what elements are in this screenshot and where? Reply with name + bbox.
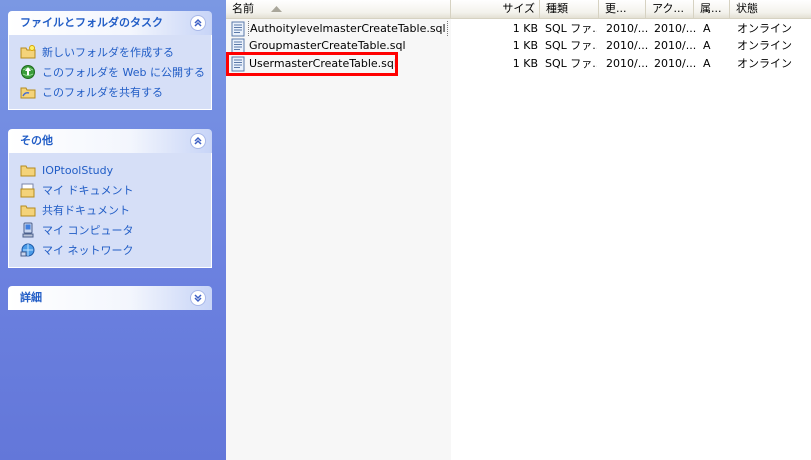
file-type: SQL ファ... <box>545 57 597 70</box>
file-folder-tasks-header[interactable]: ファイルとフォルダのタスク <box>8 11 212 35</box>
my-documents-icon <box>20 182 36 198</box>
place-shared-documents[interactable]: 共有ドキュメント <box>20 200 211 220</box>
file-name-cell[interactable]: AuthoitylevelmasterCreateTable.sql <box>230 20 450 37</box>
folder-icon <box>20 162 36 178</box>
file-status: オンライン <box>737 39 792 52</box>
file-accessed: 2010/... <box>654 57 697 70</box>
task-publish-web[interactable]: このフォルダを Web に公開する <box>20 62 211 82</box>
task-label: 新しいフォルダを作成する <box>42 46 174 59</box>
file-updated: 2010/... <box>606 57 649 70</box>
task-share-folder[interactable]: このフォルダを共有する <box>20 82 211 102</box>
column-label: サイズ <box>502 2 535 15</box>
panel-title: ファイルとフォルダのタスク <box>20 16 163 29</box>
place-label: IOPtoolStudy <box>42 163 114 177</box>
other-places-panel: その他 IOPtoolStudy マイ ドキュメント 共有ドキュメント マイ コ… <box>8 129 212 268</box>
details-panel: 詳細 <box>8 286 212 310</box>
file-folder-tasks-panel: ファイルとフォルダのタスク 新しいフォルダを作成する このフォルダを Web に <box>8 11 212 110</box>
file-type: SQL ファ... <box>545 22 597 35</box>
column-label: 更... <box>605 2 627 15</box>
explorer-window: ファイルとフォルダのタスク 新しいフォルダを作成する このフォルダを Web に <box>0 0 811 460</box>
file-updated: 2010/... <box>606 39 649 52</box>
column-label: 属... <box>700 2 722 15</box>
column-label: 種類 <box>546 2 568 15</box>
place-my-documents[interactable]: マイ ドキュメント <box>20 180 211 200</box>
new-folder-icon <box>20 44 36 60</box>
place-label: マイ ドキュメント <box>42 184 134 197</box>
place-my-network[interactable]: マイ ネットワーク <box>20 240 211 260</box>
place-label: マイ コンピュータ <box>42 224 134 237</box>
place-label: 共有ドキュメント <box>42 204 130 217</box>
file-updated: 2010/... <box>606 22 649 35</box>
column-header-accessed[interactable]: アク... <box>646 0 694 18</box>
folder-icon <box>20 202 36 218</box>
expand-icon[interactable] <box>190 290 206 306</box>
place-my-computer[interactable]: マイ コンピュータ <box>20 220 211 240</box>
task-new-folder[interactable]: 新しいフォルダを作成する <box>20 42 211 62</box>
file-accessed: 2010/... <box>654 22 697 35</box>
other-places-header[interactable]: その他 <box>8 129 212 153</box>
file-list: 名前 サイズ 種類 更... アク... 属... 状態 Authoitylev… <box>226 0 811 460</box>
column-label: 状態 <box>736 2 758 15</box>
panel-title: その他 <box>20 134 53 147</box>
my-computer-icon <box>20 222 36 238</box>
file-folder-tasks-body: 新しいフォルダを作成する このフォルダを Web に公開する このフォルダを共有… <box>8 35 212 110</box>
collapse-icon[interactable] <box>190 133 206 149</box>
other-places-body: IOPtoolStudy マイ ドキュメント 共有ドキュメント マイ コンピュー… <box>8 153 212 268</box>
file-attributes: A <box>703 39 711 52</box>
sorted-column-shading <box>226 18 451 460</box>
my-network-icon <box>20 242 36 258</box>
panel-title: 詳細 <box>20 291 42 304</box>
file-size: 1 KB <box>512 57 538 70</box>
column-label: 名前 <box>232 2 254 15</box>
column-header-attributes[interactable]: 属... <box>694 0 730 18</box>
sort-ascending-icon <box>271 6 282 12</box>
column-header-updated[interactable]: 更... <box>599 0 646 18</box>
highlight-annotation-box <box>226 52 398 76</box>
place-ioptoolstudy[interactable]: IOPtoolStudy <box>20 160 211 180</box>
file-row[interactable]: AuthoitylevelmasterCreateTable.sql 1 KB … <box>226 20 811 37</box>
file-status: オンライン <box>737 57 792 70</box>
web-publish-icon <box>20 64 36 80</box>
column-header-bar: 名前 サイズ 種類 更... アク... 属... 状態 <box>226 0 811 19</box>
task-label: このフォルダを共有する <box>42 86 163 99</box>
place-label: マイ ネットワーク <box>42 244 134 257</box>
file-accessed: 2010/... <box>654 39 697 52</box>
share-folder-icon <box>20 84 36 100</box>
file-name: AuthoitylevelmasterCreateTable.sql <box>248 20 448 37</box>
file-size: 1 KB <box>512 22 538 35</box>
file-size: 1 KB <box>512 39 538 52</box>
file-attributes: A <box>703 57 711 70</box>
details-header[interactable]: 詳細 <box>8 286 212 310</box>
column-header-name[interactable]: 名前 <box>226 0 451 18</box>
column-label: アク... <box>652 2 684 15</box>
column-header-type[interactable]: 種類 <box>540 0 599 18</box>
file-type: SQL ファ... <box>545 39 597 52</box>
sql-file-icon <box>230 21 246 37</box>
task-label: このフォルダを Web に公開する <box>42 66 205 79</box>
file-status: オンライン <box>737 22 792 35</box>
column-header-size[interactable]: サイズ <box>451 0 540 18</box>
file-attributes: A <box>703 22 711 35</box>
collapse-icon[interactable] <box>190 15 206 31</box>
task-pane: ファイルとフォルダのタスク 新しいフォルダを作成する このフォルダを Web に <box>0 0 226 460</box>
column-header-status[interactable]: 状態 <box>730 0 811 18</box>
